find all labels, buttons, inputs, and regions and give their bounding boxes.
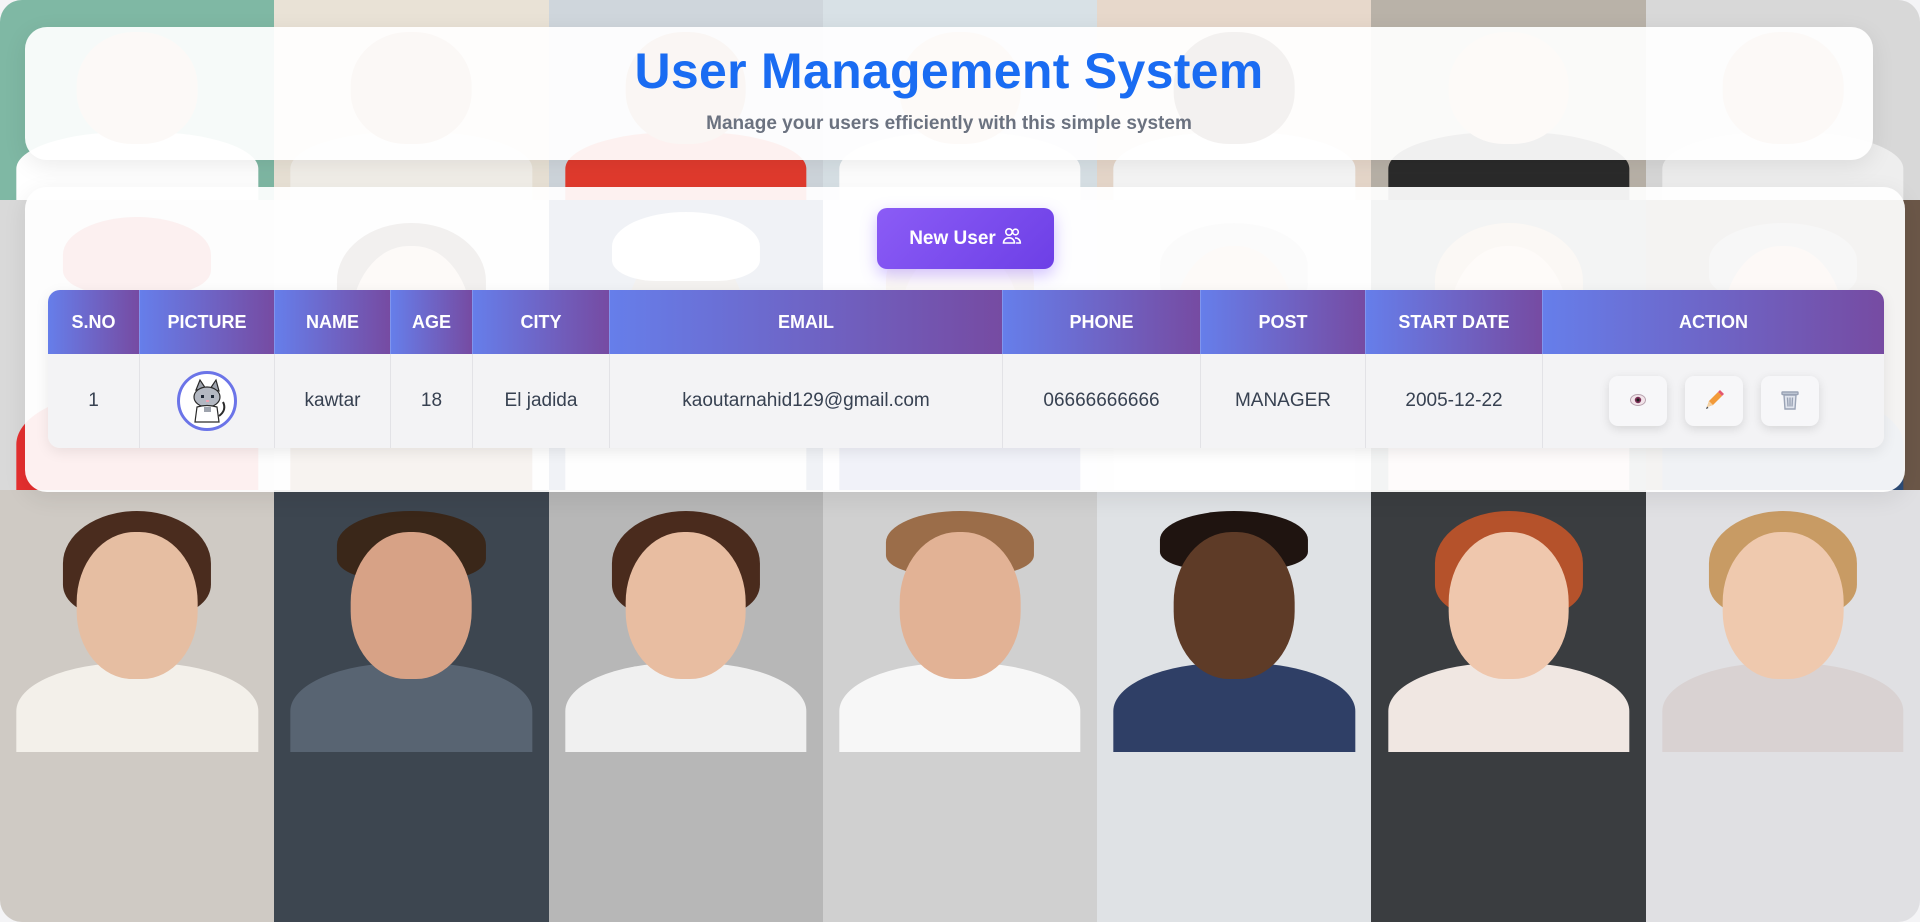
cell-actions	[1543, 354, 1884, 448]
column-header-sno: S.NO	[48, 290, 140, 354]
column-header-picture: PICTURE	[140, 290, 275, 354]
background-photo	[548, 490, 823, 752]
background-photo	[1645, 752, 1920, 922]
cell-phone: 06666666666	[1003, 354, 1201, 448]
background-photo	[548, 752, 823, 922]
background-photo	[1097, 490, 1372, 752]
column-header-start-date: START DATE	[1366, 290, 1543, 354]
new-user-label: New User	[909, 227, 996, 249]
background-photo	[1645, 490, 1920, 752]
background-photo	[822, 752, 1098, 922]
delete-button[interactable]	[1760, 376, 1819, 426]
background-photo	[1097, 752, 1372, 922]
cell-city: El jadida	[473, 354, 610, 448]
cell-start-date: 2005-12-22	[1366, 354, 1543, 448]
cat-avatar-icon[interactable]	[177, 371, 237, 431]
cell-post: MANAGER	[1201, 354, 1366, 448]
row-actions	[1543, 376, 1884, 426]
column-header-email: EMAIL	[610, 290, 1003, 354]
users-table: S.NO PICTURE NAME AGE CITY EMAIL PHONE P…	[48, 290, 1884, 448]
background-photo	[822, 490, 1098, 752]
column-header-post: POST	[1201, 290, 1366, 354]
edit-button[interactable]	[1684, 376, 1743, 426]
background-photo	[274, 752, 549, 922]
page-title: User Management System	[634, 43, 1264, 99]
header-card: User Management System Manage your users…	[25, 27, 1873, 160]
background-photo	[274, 490, 549, 752]
pencil-icon	[1703, 389, 1725, 414]
table-row: 1 kawtar 18 El jadida kaoutarnahid129@gm…	[48, 354, 1884, 448]
cell-name: kawtar	[275, 354, 391, 448]
background-photo	[0, 490, 275, 752]
view-button[interactable]	[1608, 376, 1667, 426]
cell-email: kaoutarnahid129@gmail.com	[610, 354, 1003, 448]
users-panel: New User S.NO PICTURE NAME AGE CITY EMAI…	[25, 187, 1905, 492]
cell-picture	[140, 354, 275, 448]
page-subtitle: Manage your users efficiently with this …	[706, 113, 1192, 134]
column-header-city: CITY	[473, 290, 610, 354]
background-photo	[1371, 490, 1646, 752]
column-header-age: AGE	[391, 290, 473, 354]
cell-age: 18	[391, 354, 473, 448]
column-header-action: ACTION	[1543, 290, 1884, 354]
background-photo	[1371, 752, 1646, 922]
new-user-button[interactable]: New User	[877, 208, 1054, 269]
background-photo	[0, 752, 275, 922]
column-header-phone: PHONE	[1003, 290, 1201, 354]
users-icon	[1002, 227, 1022, 251]
trash-icon	[1780, 389, 1800, 414]
cell-sno: 1	[48, 354, 140, 448]
eye-icon	[1629, 393, 1647, 410]
table-header-row: S.NO PICTURE NAME AGE CITY EMAIL PHONE P…	[48, 290, 1884, 354]
column-header-name: NAME	[275, 290, 391, 354]
